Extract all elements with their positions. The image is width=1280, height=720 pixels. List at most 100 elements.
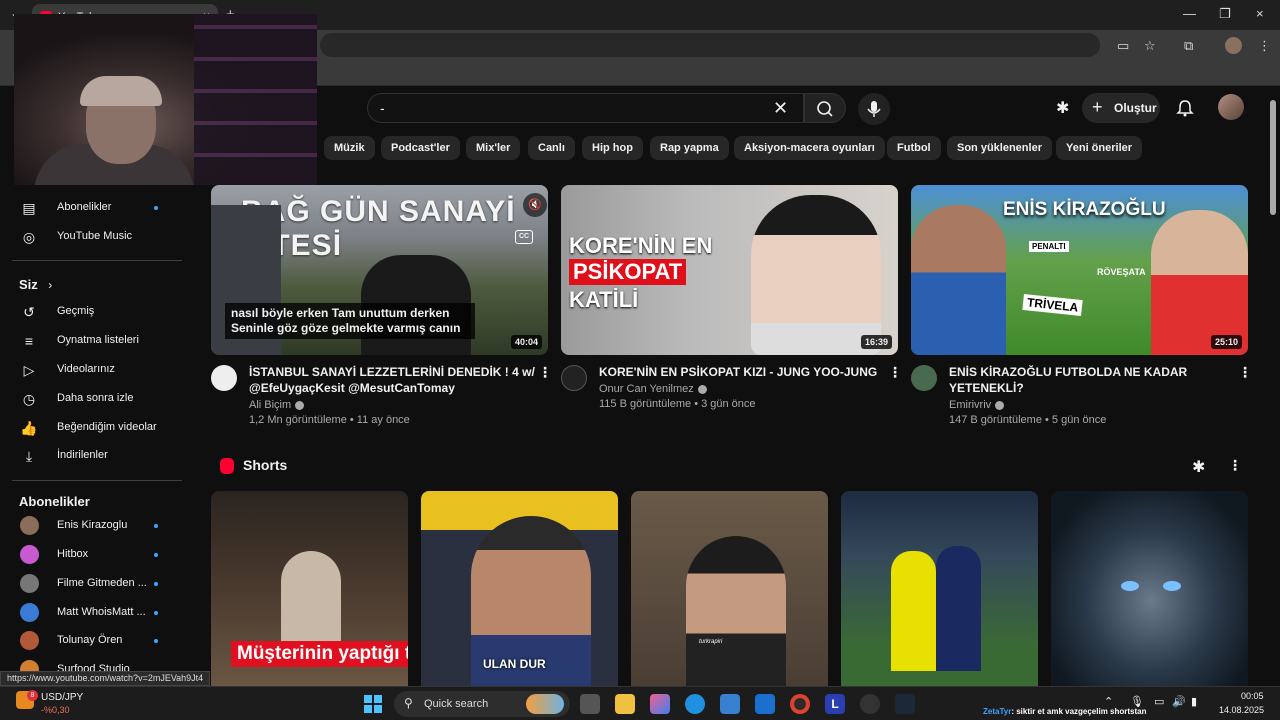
browser-menu-icon[interactable]: ⋮: [1258, 38, 1271, 54]
profile-avatar-icon[interactable]: [1225, 37, 1242, 54]
chip-recently-uploaded[interactable]: Son yüklenenler: [947, 136, 1052, 160]
short-card-2[interactable]: ULAN DUR: [421, 491, 618, 686]
chip-hip-hop[interactable]: Hip hop: [582, 136, 643, 160]
sidebar-item-label: Oynatma listeleri: [57, 334, 139, 346]
sidebar-item-subscriptions[interactable]: ▤ Abonelikler: [0, 194, 200, 222]
video-thumbnail-3[interactable]: ENİS KİRAZOĞLU PENALTI RÖVEŞATA TRİVELA …: [911, 185, 1248, 355]
sidebar-item-downloads[interactable]: ⤓ İndirilenler: [0, 442, 200, 470]
chip-podcasts[interactable]: Podcast'ler: [381, 136, 460, 160]
short-card-4[interactable]: [841, 491, 1038, 686]
sidebar-item-label: Videolarınız: [57, 363, 115, 375]
network-icon[interactable]: ▭: [1154, 695, 1164, 708]
windows-start-icon[interactable]: [364, 695, 382, 713]
video-title[interactable]: ENİS KİRAZOĞLU FUTBOLDA NE KADAR YETENEK…: [949, 364, 1239, 396]
window-close-icon[interactable]: ×: [1256, 6, 1264, 21]
chrome-icon[interactable]: [790, 694, 810, 714]
taskbar-search[interactable]: ⚲ Quick search: [394, 691, 570, 717]
background-shelf: [194, 14, 317, 185]
chip-action-adventure[interactable]: Aksiyon-macera oyunları: [734, 136, 885, 160]
channel-name: Emirivriv: [949, 399, 992, 411]
search-button[interactable]: [804, 93, 846, 123]
shorts-menu-icon[interactable]: ⋮: [1228, 457, 1242, 474]
thumbnail-tag: RÖVEŞATA: [1097, 267, 1146, 277]
sidebar-item-youtube-music[interactable]: ◎ YouTube Music: [0, 223, 200, 251]
short-card-1[interactable]: Müşterinin yaptığı teklife: [211, 491, 408, 686]
clear-search-icon[interactable]: ✕: [773, 98, 788, 119]
channel-avatar[interactable]: [211, 365, 237, 391]
outlook-icon[interactable]: [755, 694, 775, 714]
chip-football[interactable]: Futbol: [887, 136, 941, 160]
sidebar-sub-hitbox[interactable]: Hitbox: [0, 541, 200, 569]
shorts-feedback-icon[interactable]: ✱: [1192, 457, 1205, 477]
sidebar-sub-filme-gitmeden[interactable]: Filme Gitmeden ...: [0, 570, 200, 598]
volume-icon[interactable]: 🔊: [1172, 695, 1186, 708]
chip-mixes[interactable]: Mix'ler: [466, 136, 521, 160]
short-card-3[interactable]: turkrapiri: [631, 491, 828, 686]
video-thumbnail-2[interactable]: KORE'NİN EN PSİKOPAT KATİLİ 16:39: [561, 185, 898, 355]
channel-avatar[interactable]: [561, 365, 587, 391]
video-menu-icon[interactable]: ⋮: [1238, 364, 1252, 381]
channel-avatar: [20, 603, 39, 622]
short-overlay-text: ULAN DUR: [483, 657, 546, 671]
address-bar[interactable]: [320, 33, 1100, 57]
ticker-name: USD/JPY: [41, 692, 84, 703]
battery-icon[interactable]: ▮: [1191, 695, 1197, 708]
steam-icon[interactable]: [895, 694, 915, 714]
search-input[interactable]: [380, 100, 760, 116]
video-menu-icon[interactable]: ⋮: [538, 364, 552, 381]
sidebar-item-history[interactable]: ↺ Geçmiş: [0, 298, 200, 326]
chip-live[interactable]: Canlı: [528, 136, 575, 160]
chip-rap[interactable]: Rap yapma: [650, 136, 729, 160]
thumbnail-tag: PENALTI: [1029, 241, 1069, 252]
short-player: [936, 546, 981, 671]
clock-date[interactable]: 14.08.2025: [1219, 705, 1264, 715]
video-title[interactable]: İSTANBUL SANAYİ LEZZETLERİNİ DENEDİK ! 4…: [249, 364, 539, 396]
clock-time[interactable]: 00:05: [1241, 691, 1264, 701]
mute-icon[interactable]: 🔇: [523, 193, 547, 217]
video-menu-icon[interactable]: ⋮: [888, 364, 902, 381]
sidebar-item-liked-videos[interactable]: 👍 Beğendiğim videolar: [0, 414, 200, 442]
account-avatar[interactable]: [1218, 94, 1244, 120]
file-explorer-icon[interactable]: [615, 694, 635, 714]
closed-captions-icon[interactable]: CC: [515, 230, 533, 244]
launcher-l-icon[interactable]: L: [825, 694, 845, 714]
edge-icon[interactable]: [685, 694, 705, 714]
copilot-icon[interactable]: [650, 694, 670, 714]
sidebar-sub-enis-kirazoglu[interactable]: Enis Kirazoglu: [0, 512, 200, 540]
microphone-tray-icon[interactable]: 🎙: [1130, 695, 1144, 708]
sidebar-item-watch-later[interactable]: ◷ Daha sonra izle: [0, 385, 200, 413]
short-card-5[interactable]: [1051, 491, 1248, 686]
sidebar-item-label: Tolunay Ören: [57, 634, 123, 646]
notifications-bell-icon[interactable]: [1175, 98, 1195, 118]
sidebar-sub-matt-whoismatt[interactable]: Matt WhoisMatt ...: [0, 599, 200, 627]
sidebar-you-heading[interactable]: Siz ›: [19, 276, 52, 294]
chip-new-to-you[interactable]: Yeni öneriler: [1056, 136, 1143, 160]
channel-name: Ali Biçim: [249, 399, 292, 411]
microsoft-store-icon[interactable]: [720, 694, 740, 714]
video-thumbnail-1[interactable]: BAĞ GÜN SANAYİ SİTESİ 🔇 CC nasıl böyle e…: [211, 185, 548, 355]
obs-icon[interactable]: [860, 694, 880, 714]
channel-avatar[interactable]: [911, 365, 937, 391]
thumbnail-text: BAĞ GÜN SANAYİ SİTESİ: [241, 195, 516, 262]
sidebar-item-your-videos[interactable]: ▷ Videolarınız: [0, 356, 200, 384]
create-button[interactable]: + Oluştur: [1082, 93, 1160, 123]
minimize-icon[interactable]: —: [1183, 6, 1196, 21]
voice-search-button[interactable]: [858, 93, 890, 125]
cast-remote-icon[interactable]: ✱: [1056, 98, 1069, 118]
video-channel[interactable]: Onur Can Yenilmez: [599, 383, 707, 395]
page-scrollbar-thumb[interactable]: [1270, 100, 1276, 215]
sidebar-sub-tolunay-oren[interactable]: Tolunay Ören: [0, 627, 200, 655]
bookmark-star-icon[interactable]: ☆: [1144, 38, 1156, 54]
video-title[interactable]: KORE'NİN EN PSİKOPAT KIZI - JUNG YOO-JUN…: [599, 364, 889, 380]
video-channel[interactable]: Emirivriv: [949, 399, 1005, 411]
ticker-change: -%0,30: [41, 705, 70, 715]
sidebar-item-playlists[interactable]: ≡ Oynatma listeleri: [0, 327, 200, 355]
tray-chevron-up-icon[interactable]: ⌃: [1104, 695, 1113, 708]
maximize-icon[interactable]: ❐: [1219, 6, 1231, 22]
chip-muzik[interactable]: Müzik: [324, 136, 375, 160]
thumbnail-text-line2: PSİKOPAT: [569, 259, 687, 285]
video-channel[interactable]: Ali Biçim: [249, 399, 305, 411]
extensions-icon[interactable]: ⧉: [1184, 38, 1193, 54]
cast-icon[interactable]: ▭: [1117, 38, 1129, 54]
task-view-icon[interactable]: [580, 694, 600, 714]
